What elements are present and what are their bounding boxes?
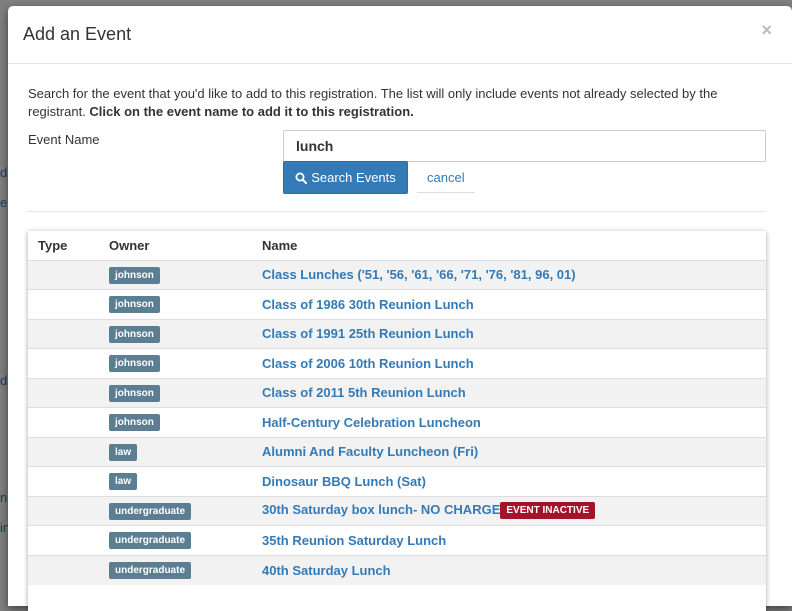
cell-type [28,348,99,378]
background-text-fragment: d [0,165,8,180]
table-row: law Alumni And Faculty Luncheon (Fri) [28,436,766,467]
cell-name: Class of 2006 10th Reunion Lunch [252,348,766,378]
cell-name: Alumni And Faculty Luncheon (Fri) [252,436,766,467]
cell-name: Half-Century Celebration Luncheon [252,407,766,437]
table-row: law Dinosaur BBQ Lunch (Sat) [28,466,766,496]
table-row: johnson Class of 2011 5th Reunion Lunch [28,377,766,408]
intro-text: Search for the event that you'd like to … [28,85,768,121]
owner-badge: johnson [109,414,160,432]
cancel-link[interactable]: cancel [417,163,475,193]
search-events-label: Search Events [311,170,396,185]
event-inactive-badge: EVENT INACTIVE [500,502,596,520]
cell-name: 35th Reunion Saturday Lunch [252,525,766,555]
background-text-fragment: e [0,195,8,210]
cell-name: Class Lunches ('51, '56, '61, '66, '71, … [252,259,766,290]
cell-name: Class of 1986 30th Reunion Lunch [252,289,766,319]
add-event-modal: Add an Event × Search for the event that… [8,6,792,611]
cell-type [28,436,99,467]
owner-badge: law [109,473,138,491]
cell-owner: undergraduate [99,495,252,526]
owner-badge: johnson [109,266,160,284]
table-row: johnson Class of 1991 25th Reunion Lunch [28,318,766,349]
owner-badge: undergraduate [109,562,192,579]
cell-type [28,495,99,526]
header-type: Type [28,231,99,261]
modal-header: Add an Event × [8,6,792,64]
cell-owner: johnson [99,348,252,378]
owner-badge: law [109,443,138,461]
cell-name: 30th Saturday box lunch- NO CHARGE EVENT … [252,495,766,526]
event-name-link[interactable]: Class of 1986 30th Reunion Lunch [262,297,474,312]
search-icon [295,172,308,184]
cell-name: Dinosaur BBQ Lunch (Sat) [252,466,766,496]
event-name-link[interactable]: Dinosaur BBQ Lunch (Sat) [262,474,426,489]
cell-type [28,407,99,437]
search-events-button[interactable]: Search Events [283,161,408,194]
owner-badge: johnson [109,355,160,373]
event-name-link[interactable]: 30th Saturday box lunch- NO CHARGE [262,502,500,517]
cell-owner: johnson [99,259,252,290]
cell-owner: law [99,436,252,467]
event-name-link[interactable]: Class of 1991 25th Reunion Lunch [262,326,474,341]
event-name-link[interactable]: Class of 2011 5th Reunion Lunch [262,385,466,400]
cell-owner: law [99,466,252,496]
owner-badge: johnson [109,384,160,402]
table-row: johnson Class of 2006 10th Reunion Lunch [28,348,766,378]
header-owner: Owner [99,231,252,261]
close-icon[interactable]: × [761,20,772,41]
table-row: johnson Class of 1986 30th Reunion Lunch [28,289,766,319]
event-name-link[interactable]: Class of 2006 10th Reunion Lunch [262,356,474,371]
table-row: undergraduate 35th Reunion Saturday Lunch [28,525,766,555]
cell-owner: johnson [99,318,252,349]
cell-type [28,554,99,585]
event-name-link[interactable]: 40th Saturday Lunch [262,563,391,578]
results-panel: Type Owner Name johnson Class Lunches ('5… [28,231,766,611]
table-row: undergraduate 30th Saturday box lunch- NO… [28,495,766,526]
cell-owner: johnson [99,289,252,319]
event-name-input[interactable] [283,130,766,162]
owner-badge: johnson [109,296,160,314]
event-name-label: Event Name [28,132,100,147]
modal-title: Add an Event [23,24,132,44]
event-name-link[interactable]: Class Lunches ('51, '56, '61, '66, '71, … [262,267,576,282]
cell-owner: johnson [99,377,252,408]
cell-owner: undergraduate [99,525,252,555]
intro-instruction: Click on the event name to add it to thi… [89,104,414,119]
event-name-link[interactable]: 35th Reunion Saturday Lunch [262,533,446,548]
table-row: undergraduate 40th Saturday Lunch [28,554,766,585]
cell-name: Class of 1991 25th Reunion Lunch [252,318,766,349]
cell-name: Class of 2011 5th Reunion Lunch [252,377,766,408]
cell-type [28,525,99,555]
owner-badge: johnson [109,325,160,343]
owner-badge: undergraduate [109,502,192,520]
event-name-link[interactable]: Half-Century Celebration Luncheon [262,415,481,430]
header-name: Name [252,231,766,261]
table-header-row: Type Owner Name [28,231,766,261]
table-row: johnson Class Lunches ('51, '56, '61, '66… [28,259,766,290]
table-row: johnson Half-Century Celebration Luncheon [28,407,766,437]
cell-type [28,466,99,496]
cell-type [28,318,99,349]
event-name-link[interactable]: Alumni And Faculty Luncheon (Fri) [262,444,478,459]
cell-owner: johnson [99,407,252,437]
cell-name: 40th Saturday Lunch [252,554,766,585]
divider [28,211,766,212]
cell-owner: undergraduate [99,554,252,585]
results-table: Type Owner Name johnson Class Lunches ('5… [28,231,766,585]
owner-badge: undergraduate [109,532,192,550]
cell-type [28,377,99,408]
cell-type [28,259,99,290]
cell-type [28,289,99,319]
